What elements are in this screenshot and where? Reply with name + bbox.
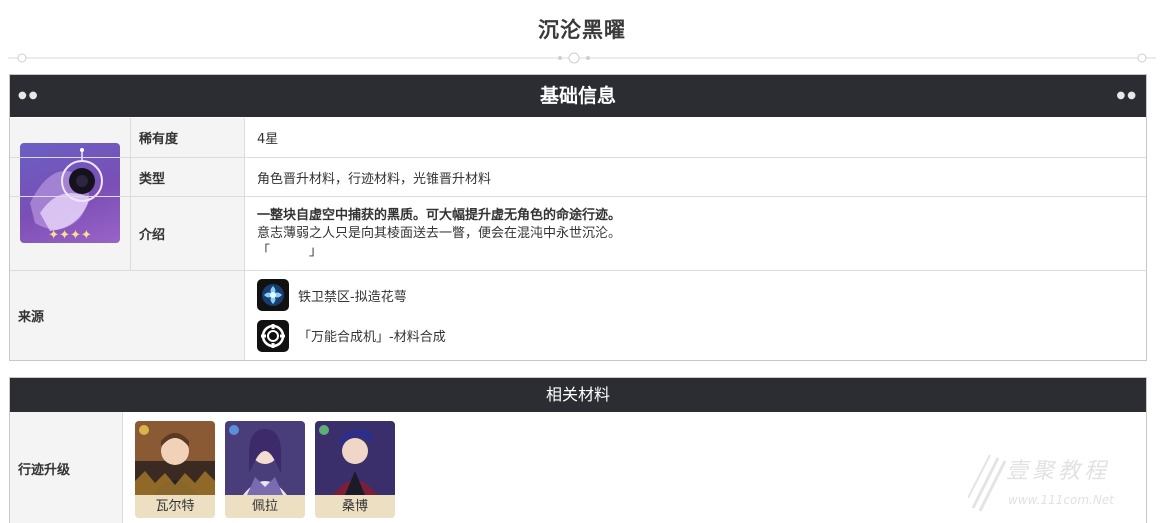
intro-line-2: 意志薄弱之人只是向其棱面送去一瞥，便会在混沌中永世沉沦。	[257, 225, 622, 241]
type-label: 类型	[131, 158, 245, 196]
rarity-label: 稀有度	[131, 118, 245, 157]
type-row: 类型 角色晋升材料，行迹材料，光锥晋升材料	[10, 157, 1146, 196]
source-item-calyx[interactable]: 铁卫禁区-拟造花萼	[257, 275, 1134, 316]
title-divider-ornament	[8, 52, 1156, 64]
related-materials-header: 相关材料	[10, 378, 1146, 412]
character-card-welt[interactable]: 瓦尔特	[135, 421, 215, 518]
page-title: 沉沦黑曜	[538, 18, 626, 42]
basic-info-panel: ●● 基础信息 ●● ✦✦✦✦ 稀有度 4星 类型 角色晋升材料，行迹材料，光锥…	[9, 74, 1147, 361]
basic-info-header: ●● 基础信息 ●●	[10, 75, 1146, 117]
source-row: 来源 铁卫禁区-拟造花萼 「万能合成机」-材料合成	[10, 270, 1146, 360]
intro-value: 一整块自虚空中捕获的黑质。可大幅提升虚无角色的命途行迹。 意志薄弱之人只是向其棱…	[245, 197, 1146, 270]
watermark-url: www.111com.Net	[1008, 493, 1114, 507]
trace-upgrade-label: 行迹升级	[10, 412, 123, 523]
source-list: 铁卫禁区-拟造花萼 「万能合成机」-材料合成	[245, 271, 1146, 360]
character-name: 桑博	[315, 495, 395, 518]
intro-label: 介绍	[131, 197, 245, 270]
character-name: 佩拉	[225, 495, 305, 518]
source-label: 来源	[10, 271, 245, 360]
watermark-text: 壹聚教程	[1006, 459, 1111, 484]
site-watermark: 壹聚教程 www.111com.Net	[968, 449, 1158, 519]
watermark-slash-icon	[968, 454, 1007, 512]
rarity-value: 4星	[257, 132, 279, 147]
ice-element-icon	[229, 425, 239, 435]
source-item-synthesizer[interactable]: 「万能合成机」-材料合成	[257, 316, 1134, 357]
source-item-label: 「万能合成机」-材料合成	[298, 330, 446, 346]
intro-line-3: 「 」	[257, 243, 323, 259]
basic-info-title: 基础信息	[539, 85, 616, 107]
character-card-sampo[interactable]: 桑博	[315, 421, 395, 518]
rarity-row: 稀有度 4星	[10, 118, 1146, 157]
synthesizer-icon	[257, 319, 289, 352]
character-name: 瓦尔特	[135, 495, 215, 518]
header-dots-right-icon: ●●	[1116, 90, 1138, 101]
calyx-flower-icon	[257, 279, 289, 312]
intro-row: 介绍 一整块自虚空中捕获的黑质。可大幅提升虚无角色的命途行迹。 意志薄弱之人只是…	[10, 196, 1146, 270]
imaginary-element-icon	[139, 425, 149, 435]
source-item-label: 铁卫禁区-拟造花萼	[298, 289, 407, 305]
header-dots-left-icon: ●●	[18, 90, 40, 101]
wind-element-icon	[319, 425, 329, 435]
type-value: 角色晋升材料，行迹材料，光锥晋升材料	[257, 171, 492, 187]
intro-line-1: 一整块自虚空中捕获的黑质。可大幅提升虚无角色的命途行迹。	[257, 207, 622, 223]
character-card-pela[interactable]: 佩拉	[225, 421, 305, 518]
